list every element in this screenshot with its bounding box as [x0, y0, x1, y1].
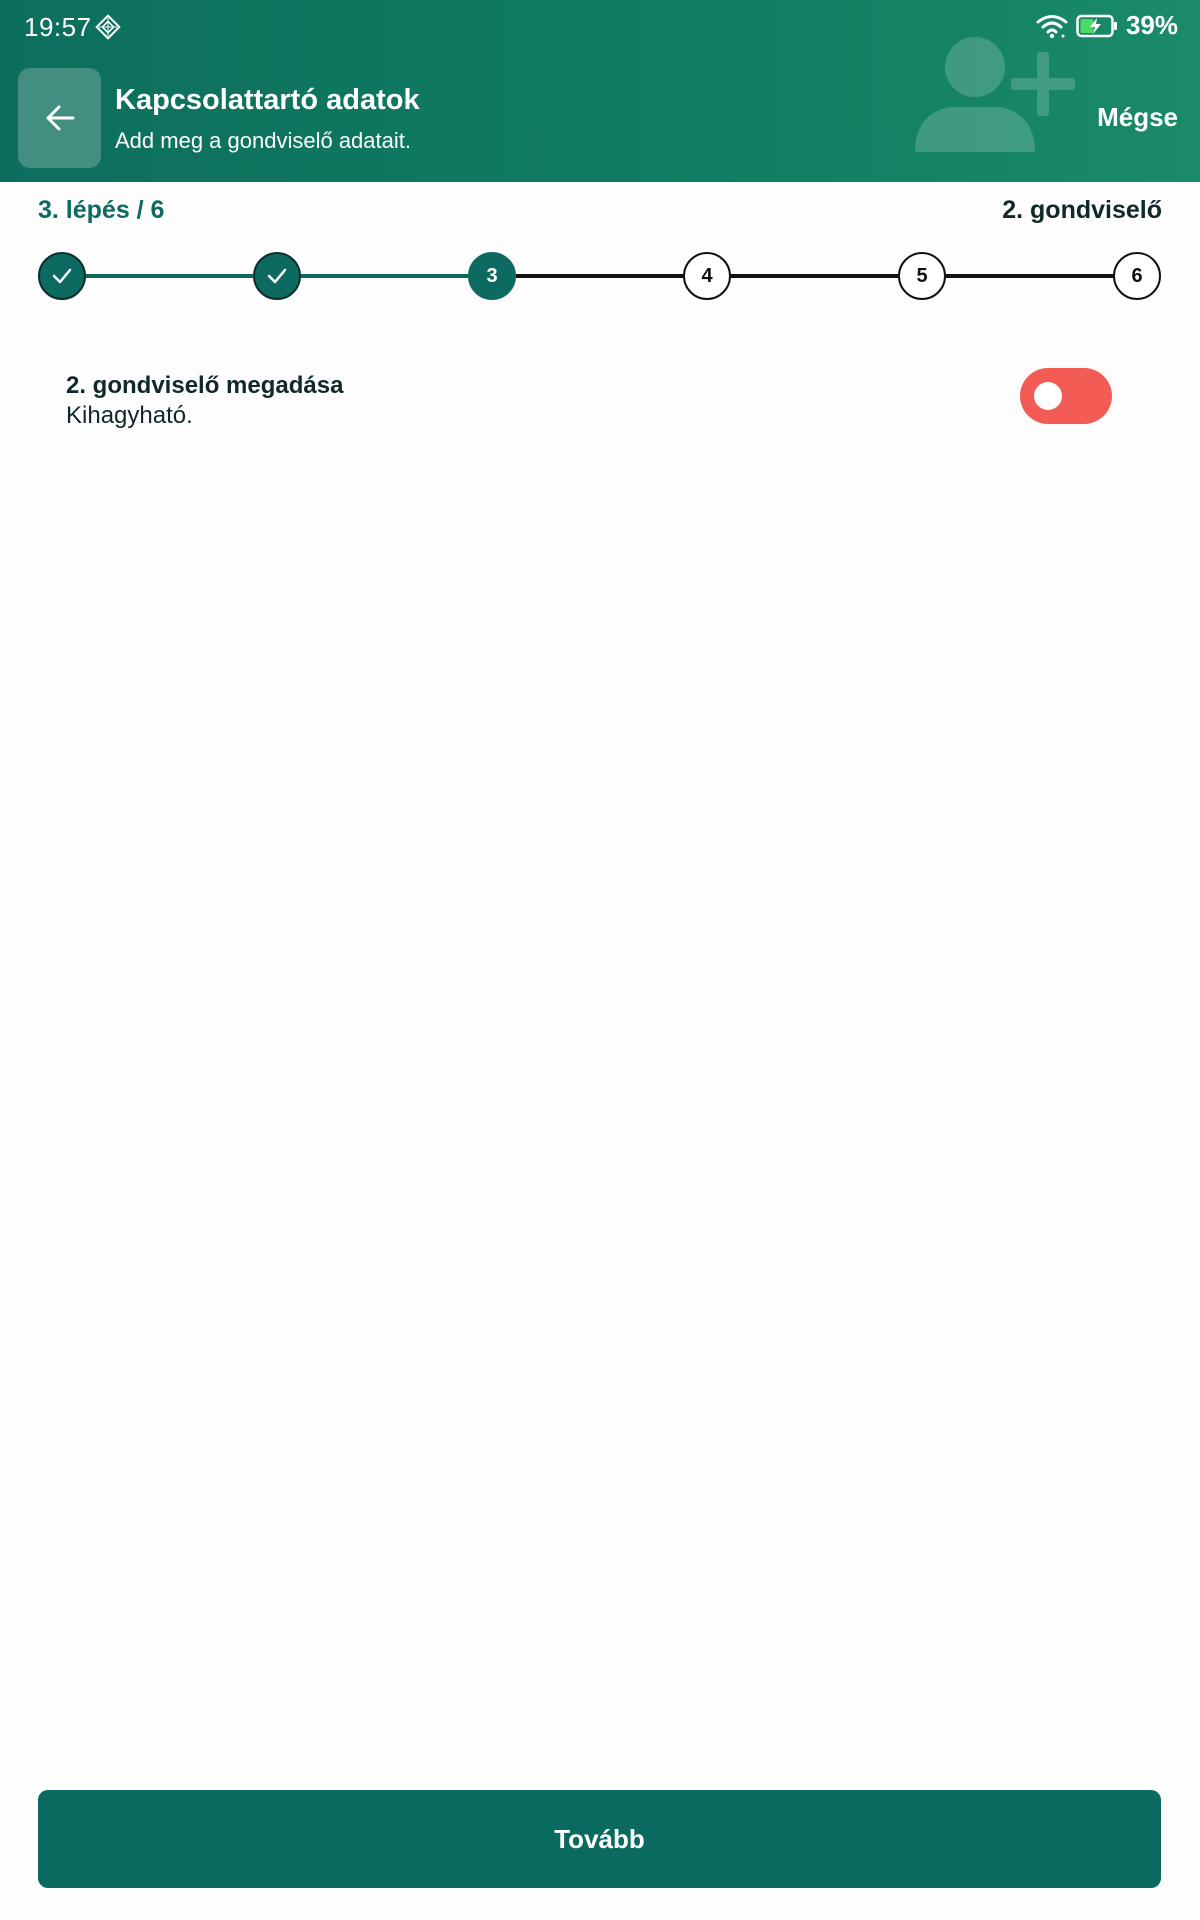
check-icon [52, 268, 72, 284]
toggle-subtitle: Kihagyható. [66, 402, 193, 429]
stepper-line-2 [301, 274, 468, 278]
status-time: 19:57 [24, 12, 92, 42]
step-5: 5 [898, 252, 946, 300]
second-guardian-toggle[interactable] [1020, 368, 1112, 424]
back-button[interactable] [18, 68, 101, 168]
step-3: 3 [468, 252, 516, 300]
step-name: 2. gondviselő [1002, 196, 1162, 224]
add-person-icon [915, 37, 1075, 152]
stepper-line-3 [516, 274, 683, 278]
stepper-line-4 [731, 274, 898, 278]
battery-percent: 39% [1125, 10, 1178, 40]
diamond-notification-icon [95, 14, 121, 40]
check-icon [267, 268, 287, 284]
arrow-left-icon [46, 105, 74, 131]
step-counter: 3. lépés / 6 [38, 196, 165, 224]
second-guardian-toggle-row: 2. gondviselő megadása Kihagyható. [66, 368, 1112, 432]
step-1 [38, 252, 86, 300]
step-2 [253, 252, 301, 300]
step-6: 6 [1113, 252, 1161, 300]
page-title: Kapcsolattartó adatok [115, 84, 420, 116]
toggle-title: 2. gondviselő megadása [66, 372, 344, 399]
stepper-line-1 [86, 274, 253, 278]
page-subtitle: Add meg a gondviselő adatait. [115, 128, 411, 153]
toggle-knob [1034, 382, 1062, 410]
next-button[interactable]: Tovább [38, 1790, 1161, 1888]
app-header: 19:57 39% Kapcsolattartó adatok Add meg … [0, 0, 1200, 182]
cancel-button[interactable]: Mégse [1097, 102, 1178, 133]
stepper-line-5 [946, 274, 1113, 278]
step-4: 4 [683, 252, 731, 300]
progress-stepper: 3 4 5 6 [38, 252, 1161, 300]
